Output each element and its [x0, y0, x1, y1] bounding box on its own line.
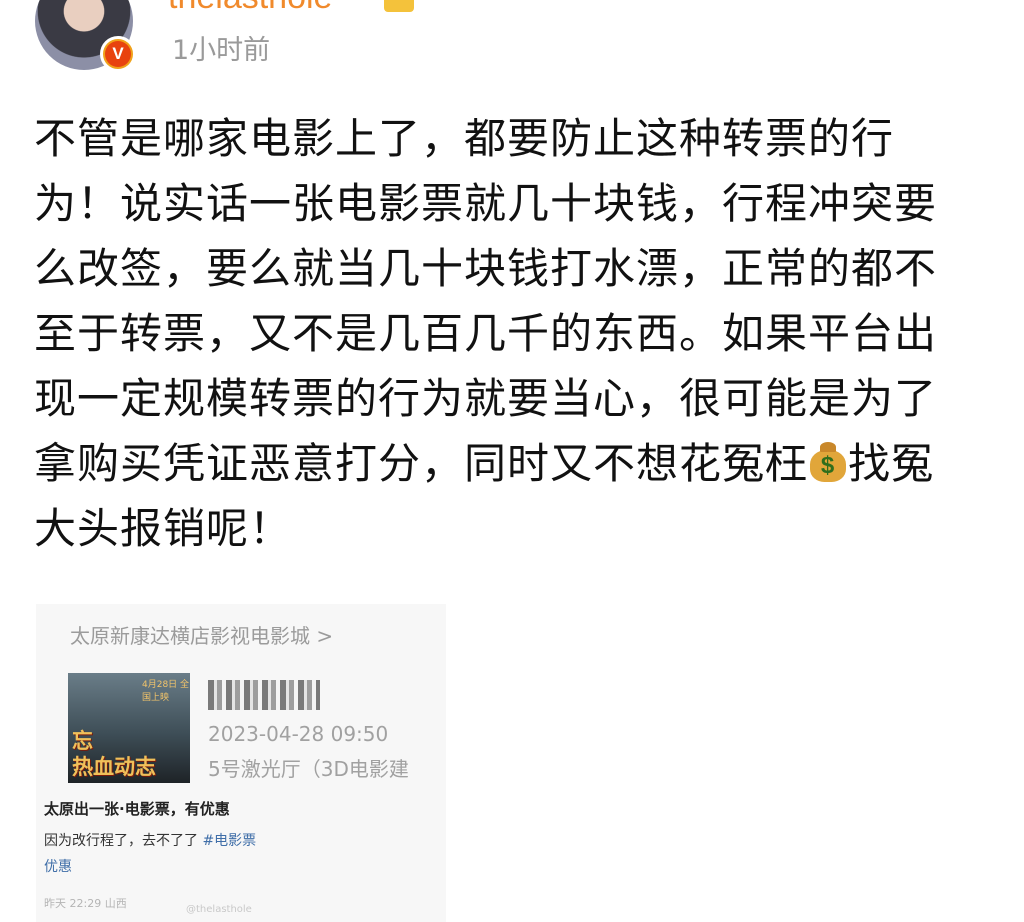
money-bag-icon: $ [808, 440, 848, 484]
listing-meta: 昨天 22:29 山西 [44, 897, 127, 910]
cinema-link[interactable]: 太原新康达横店影视电影城 > [70, 620, 333, 649]
post-line: 为！说实话一张电影票就几十块钱，行程冲突要 [34, 179, 938, 228]
movie-poster: 4月28日 全国上映 忘 热血动志 [68, 673, 190, 783]
member-badge-icon [384, 0, 414, 12]
verified-badge-icon: V [100, 36, 136, 72]
post-line: 现一定规模转票的行为就要当心，很可能是为了 [34, 374, 938, 423]
hall-info: 5号激光厅（3D电影建 [208, 757, 409, 781]
listing-text: 因为改行程了，去不了了 [44, 833, 198, 849]
post-line: 不管是哪家电影上了，都要防止这种转票的行 [34, 114, 895, 163]
listing-title: 太原出一张·电影票，有优惠 [44, 800, 230, 818]
post-line: 大头报销呢！ [34, 504, 293, 553]
listing-body: 因为改行程了，去不了了 #电影票 [44, 830, 256, 850]
post-line-text: 找冤 [848, 439, 935, 488]
post-line: 拿购买凭证恶意打分，同时又不想花冤枉 $ 找冤 [34, 431, 994, 496]
post-line-text: 拿购买凭证恶意打分，同时又不想花冤枉 [34, 439, 809, 488]
blurred-movie-title [208, 680, 320, 710]
post-line: 么改签，要么就当几十块钱打水漂，正常的都不 [34, 244, 938, 293]
listing-tail: 优惠 [44, 859, 72, 875]
poster-tag: 4月28日 全国上映 [142, 680, 190, 703]
post-line: 至于转票，又不是几百几千的东西。如果平台出 [34, 309, 938, 358]
order-time: 2023-04-28 09:50 [208, 722, 389, 746]
hashtag-link[interactable]: #电影票 [202, 833, 256, 849]
post-text: 不管是哪家电影上了，都要防止这种转票的行 为！说实话一张电影票就几十块钱，行程冲… [34, 106, 994, 561]
username[interactable]: thelasthole [168, 0, 332, 17]
post-time: 1小时前 [172, 35, 271, 66]
poster-title-line2: 热血动志 [72, 755, 156, 779]
watermark: @thelasthole [186, 904, 252, 915]
